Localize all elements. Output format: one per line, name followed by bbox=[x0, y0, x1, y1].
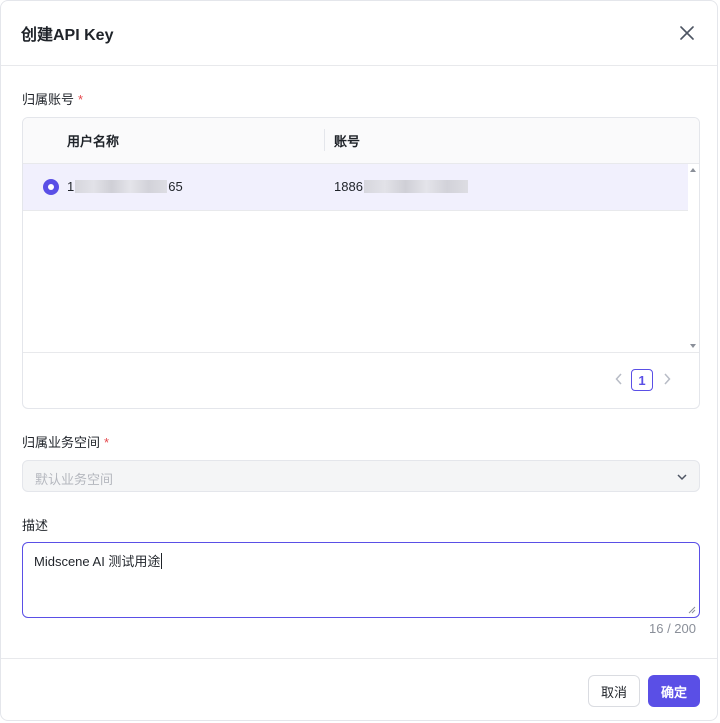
dialog-title: 创建API Key bbox=[21, 27, 114, 44]
account-prefix: 1886 bbox=[334, 179, 363, 194]
resize-grip-icon[interactable] bbox=[688, 606, 696, 614]
dialog-header: 创建API Key bbox=[1, 1, 717, 66]
username-suffix: 65 bbox=[168, 179, 183, 194]
chevron-down-icon bbox=[677, 474, 687, 481]
workspace-placeholder: 默认业务空间 bbox=[35, 472, 114, 487]
pagination-next-icon[interactable] bbox=[659, 371, 675, 387]
account-cell: 1886 bbox=[334, 179, 469, 194]
scroll-up-arrow-icon[interactable] bbox=[690, 168, 696, 172]
account-label: 归属账号 * bbox=[22, 89, 83, 108]
footer-divider bbox=[1, 658, 717, 659]
required-mark: * bbox=[78, 92, 84, 107]
pagination-prev-icon[interactable] bbox=[611, 371, 627, 387]
redacted-username bbox=[75, 180, 168, 193]
scroll-down-arrow-icon[interactable] bbox=[690, 344, 696, 348]
table-row[interactable]: 1 65 1886 bbox=[23, 164, 688, 211]
workspace-label: 归属业务空间 * bbox=[22, 432, 109, 451]
pagination-page[interactable]: 1 bbox=[631, 369, 653, 391]
account-label-text: 归属账号 bbox=[22, 92, 75, 107]
column-header-username: 用户名称 bbox=[67, 134, 120, 149]
workspace-label-text: 归属业务空间 bbox=[22, 435, 101, 450]
text-caret bbox=[161, 553, 163, 569]
create-api-key-dialog: 创建API Key 归属账号 * 用户名称 账号 1 65 1886 1 归属业… bbox=[0, 0, 718, 721]
row-radio-selected[interactable] bbox=[43, 179, 59, 195]
username-cell: 1 65 bbox=[67, 179, 183, 194]
username-prefix: 1 bbox=[67, 179, 75, 194]
character-counter: 16 / 200 bbox=[649, 621, 696, 636]
table-header: 用户名称 账号 bbox=[23, 118, 699, 164]
description-label: 描述 bbox=[22, 515, 48, 534]
column-divider bbox=[324, 129, 325, 151]
description-label-text: 描述 bbox=[22, 518, 49, 533]
column-header-account: 账号 bbox=[334, 134, 361, 149]
workspace-select[interactable]: 默认业务空间 bbox=[22, 460, 700, 492]
account-table: 用户名称 账号 1 65 1886 1 bbox=[22, 117, 700, 409]
close-icon[interactable] bbox=[677, 23, 697, 43]
redacted-account bbox=[363, 180, 468, 193]
required-mark: * bbox=[104, 435, 110, 450]
confirm-button[interactable]: 确定 bbox=[648, 675, 700, 707]
description-value: Midscene AI 测试用途 bbox=[34, 554, 161, 569]
description-textarea[interactable]: Midscene AI 测试用途 bbox=[22, 542, 700, 618]
cancel-button[interactable]: 取消 bbox=[588, 675, 640, 707]
table-scrollbar[interactable] bbox=[687, 164, 699, 352]
table-pagination: 1 bbox=[23, 352, 699, 408]
